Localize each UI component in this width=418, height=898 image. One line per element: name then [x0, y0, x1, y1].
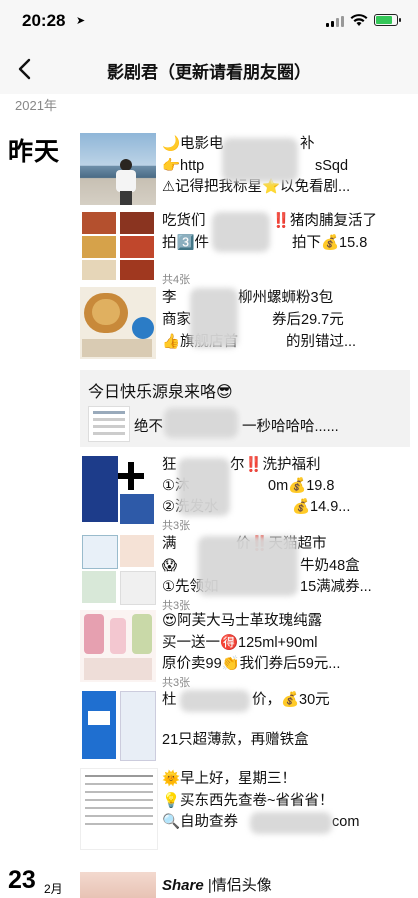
post-text-line: 李: [162, 290, 177, 306]
post-text-line: 的别错过...: [286, 334, 357, 350]
post-text-line: 😍阿芙大马士革玫瑰纯露: [162, 613, 323, 629]
shared-link-text: 绝不: [134, 419, 163, 435]
post-image-beach[interactable]: [80, 133, 156, 205]
post-text-line: Share |情侣头像: [162, 874, 272, 895]
month-label: 2月: [44, 882, 63, 896]
post-text-line: 🌙电影电: [162, 136, 224, 152]
redaction-blur: [180, 690, 250, 712]
shared-link-thumbnail: [88, 406, 130, 442]
redaction-blur: [190, 288, 238, 348]
post-text-line: ‼️猪肉脯复活了: [272, 213, 378, 229]
post-text-line: 😱: [162, 558, 178, 574]
post-text-line: 💰14.9...: [292, 499, 351, 515]
share-title: |情侣头像: [207, 877, 272, 894]
post-text-line: 牛奶48盒: [300, 558, 360, 574]
shared-link-title: 今日快乐源泉来咯😎: [88, 384, 233, 401]
shared-link-card[interactable]: 今日快乐源泉来咯😎 绝不 一秒哈哈哈......: [80, 370, 410, 447]
post-text-line: 🌞早上好，星期三！: [162, 771, 297, 787]
redaction-blur: [222, 138, 298, 182]
post-text-line: 价，💰30元: [252, 692, 330, 708]
post-text-line: 💡买东西先查卷~省省省！: [162, 793, 334, 809]
post-image-food-grid[interactable]: [80, 210, 156, 282]
post-text-line: 商家: [162, 312, 191, 328]
battery-icon: [374, 14, 401, 26]
post-text-line: 拍下💰15.8: [292, 235, 368, 251]
redaction-blur: [250, 812, 332, 834]
share-label: Share: [162, 877, 204, 894]
post-text-line: 原价卖99👏我们券后59元...: [162, 656, 341, 672]
post-text-line: 15满减券...: [300, 579, 372, 595]
post-text-line: 补: [300, 136, 315, 152]
post-text-line: 👉http: [162, 158, 205, 174]
shared-link-text-end: 一秒哈哈哈......: [242, 419, 339, 435]
post-text-line: 吃货们: [162, 213, 206, 229]
image-count: 共3张: [162, 677, 191, 689]
post-text-line: 尔‼️洗护福利: [230, 457, 321, 473]
image-count: 共4张: [162, 274, 191, 286]
status-bar: 20:28 ➤: [0, 0, 418, 44]
post-text-line: 🔍自助查券: [162, 814, 239, 830]
redaction-blur: [178, 458, 230, 516]
post-image-couple[interactable]: [80, 872, 156, 898]
day-label: 23: [8, 866, 36, 894]
post-text-line: sSqd: [315, 158, 349, 174]
year-label: 2021年: [15, 98, 57, 113]
signal-icon: [326, 16, 344, 27]
status-time: 20:28: [22, 11, 66, 30]
post-image-haircare[interactable]: [80, 454, 156, 526]
post-text-line: 买一送一🉐125ml+90ml: [162, 635, 318, 651]
post-text-line: 杜: [162, 692, 177, 708]
location-arrow-icon: ➤: [76, 15, 86, 27]
post-image-rose-water[interactable]: [80, 610, 156, 682]
post-image-document[interactable]: [80, 768, 158, 850]
post-image-noodles[interactable]: [80, 287, 156, 359]
post-text-line: 0m💰19.8: [268, 478, 335, 494]
post-text-line: com: [332, 814, 360, 830]
page-title: 影剧君（更新请看朋友圈）: [107, 63, 311, 82]
wifi-icon: [350, 14, 368, 26]
redaction-blur: [198, 536, 298, 596]
redaction-blur: [164, 408, 238, 438]
post-text-line: 拍3️⃣件: [162, 235, 210, 251]
post-text-line: 柳州螺蛳粉3包: [238, 290, 334, 306]
post-image-milk[interactable]: [80, 533, 156, 605]
navigation-bar: 影剧君（更新请看朋友圈）: [0, 44, 418, 94]
post-text-line: 满: [162, 536, 177, 552]
day-label: 昨天: [8, 138, 61, 166]
post-text-line: 券后29.7元: [272, 312, 344, 328]
post-text-line: 21只超薄款，再赠铁盒: [162, 732, 309, 748]
post-image-product[interactable]: [80, 689, 156, 761]
image-count: 共3张: [162, 520, 191, 532]
redaction-blur: [212, 212, 270, 252]
post-text-line: 狂: [162, 457, 177, 473]
